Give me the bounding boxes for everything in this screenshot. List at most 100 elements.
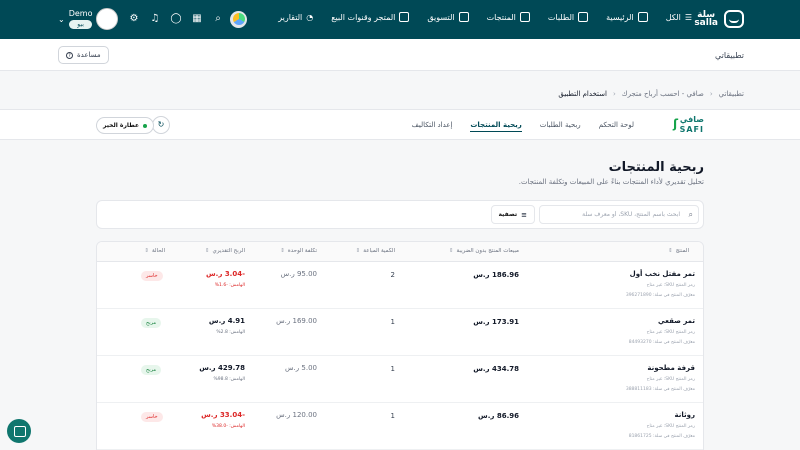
product-name[interactable]: تمر صقعي: [658, 317, 695, 325]
product-unit-cost: 5.00 ر.س: [285, 364, 317, 372]
toolbar-icons: ⌕ ▦ ◯ ♫ ⚙: [128, 13, 245, 25]
tab-products-profit[interactable]: ربحية المنتجات: [470, 110, 523, 141]
sort-icon: ⇕: [204, 248, 210, 254]
app-tabs: لوحة التحكم ربحية الطلبات ربحية المنتجات…: [412, 110, 634, 141]
chevron-left-icon: ‹: [709, 90, 713, 98]
tab-orders-profit[interactable]: ربحية الطلبات: [540, 110, 581, 141]
product-profit: 4.91 ر.س: [208, 317, 245, 325]
product-qty: 2: [390, 271, 395, 279]
table-row[interactable]: قرفة مطحونة رمز المنتج SKU: غير متاح معر…: [97, 356, 703, 403]
store-chip[interactable]: عطارة الخير: [96, 117, 155, 134]
search-icon: ⌕: [688, 210, 693, 219]
app-header: ʃ صافي SAFI لوحة التحكم ربحية الطلبات رب…: [0, 109, 800, 140]
product-unit-cost: 169.00 ر.س: [276, 317, 317, 325]
col-status[interactable]: الحالة⇕: [144, 248, 165, 254]
tab-cost-settings[interactable]: إعداد التكاليف: [412, 110, 453, 141]
product-unit-cost: 120.00 ر.س: [276, 411, 317, 419]
product-id: معرّف المنتج في سلة: 388811183: [625, 387, 695, 392]
breadcrumb-current: استخدام التطبيق: [558, 90, 607, 98]
chat-icon[interactable]: ◯: [170, 13, 182, 25]
breadcrumb: تطبيقاتي ‹ صافي - احسب أرباح متجرك ‹ است…: [558, 90, 744, 98]
store-switcher[interactable]: Demo بيو ⌄: [58, 8, 119, 30]
table-row[interactable]: روثانة رمز المنتج SKU: غير متاح معرّف ال…: [97, 403, 703, 450]
product-sales: 186.96 ر.س: [473, 271, 519, 279]
apps-title: تطبيقاتي: [715, 51, 744, 60]
main-nav: ☰ الكل الرئيسية الطلبات المنتجات التسويق …: [278, 12, 692, 22]
product-margin: الهامش: 98.8%: [213, 377, 245, 382]
product-sales: 173.91 ر.س: [473, 318, 519, 326]
help-button[interactable]: مساعدة ?: [58, 46, 109, 64]
sort-icon: ⇕: [144, 248, 149, 254]
nav-marketing[interactable]: التسويق: [427, 12, 469, 22]
product-unit-cost: 95.00 ر.س: [280, 270, 317, 278]
product-name[interactable]: روثانة: [674, 411, 695, 419]
product-name[interactable]: تمر مفتل نخب أول: [630, 270, 695, 278]
filter-icon: ≡: [521, 210, 527, 219]
gear-icon[interactable]: ⚙: [128, 13, 140, 25]
product-sku: رمز المنتج SKU: غير متاح: [646, 377, 695, 382]
nav-orders[interactable]: الطلبات: [548, 12, 589, 22]
refresh-icon[interactable]: ↻: [152, 116, 170, 134]
breadcrumb-apps[interactable]: تطبيقاتي: [719, 90, 744, 98]
orders-icon: [578, 12, 589, 22]
tab-dashboard[interactable]: لوحة التحكم: [599, 110, 634, 141]
nav-home[interactable]: الرئيسية: [606, 12, 648, 22]
support-chat-icon[interactable]: [7, 419, 31, 443]
store-icon: [399, 12, 410, 22]
filter-bar: ⌕ ≡ تصفية: [96, 200, 704, 229]
sort-icon: ⇕: [448, 248, 454, 254]
product-sales: 434.78 ر.س: [473, 365, 519, 373]
store-name: Demo: [68, 9, 93, 18]
products-table: المنتج⇕ مبيعات المنتج بدون الضريبة⇕ الكم…: [96, 241, 704, 450]
status-badge: خاسر: [141, 271, 163, 281]
home-icon: [637, 12, 648, 22]
menu-icon: ☰: [684, 12, 692, 22]
nav-reports[interactable]: ◔ التقارير: [278, 13, 313, 22]
filter-button[interactable]: ≡ تصفية: [490, 205, 535, 224]
product-margin: الهامش: 2.8%: [216, 330, 245, 335]
product-id: معرّف المنتج في سلة: 396271890: [625, 293, 695, 298]
product-sales: 86.96 ر.س: [478, 412, 519, 420]
col-unit-cost[interactable]: تكلفة الوحدة⇕: [280, 248, 317, 254]
col-qty[interactable]: الكمية المباعة⇕: [356, 248, 395, 254]
store-avatar: [96, 8, 119, 30]
search-icon[interactable]: ⌕: [212, 13, 224, 25]
table-row[interactable]: تمر مفتل نخب أول رمز المنتج SKU: غير متا…: [97, 262, 703, 309]
bell-icon[interactable]: ♫: [149, 13, 161, 25]
store-plan-badge: بيو: [68, 20, 93, 29]
page-subtitle: تحليل تقديري لأداء المنتجات بناءً على ال…: [518, 178, 704, 186]
help-icon: ?: [66, 51, 73, 59]
product-profit: 429.78 ر.س: [199, 364, 245, 372]
status-badge: مربح: [141, 365, 162, 375]
table-row[interactable]: تمر صقعي رمز المنتج SKU: غير متاح معرّف …: [97, 309, 703, 356]
product-sku: رمز المنتج SKU: غير متاح: [646, 283, 695, 288]
product-margin: الهامش: -38.0%: [211, 424, 245, 429]
salla-logo-icon[interactable]: [724, 10, 744, 28]
col-sales[interactable]: مبيعات المنتج بدون الضريبة⇕: [449, 248, 519, 254]
grid-icon[interactable]: ▦: [191, 13, 203, 25]
breadcrumb-app[interactable]: صافي - احسب أرباح متجرك: [622, 90, 704, 98]
safi-logo-icon: ʃ: [673, 117, 678, 131]
reports-icon: ◔: [306, 12, 314, 22]
nav-products[interactable]: المنتجات: [487, 12, 530, 22]
product-qty: 1: [390, 412, 395, 420]
product-qty: 1: [390, 365, 395, 373]
product-id: معرّف المنتج في سلة: 84493270: [628, 340, 695, 345]
product-qty: 1: [390, 318, 395, 326]
page-title: ربحية المنتجات: [608, 160, 704, 175]
search-input[interactable]: [539, 205, 699, 224]
sort-icon: ⇕: [355, 248, 361, 254]
nav-store-channels[interactable]: المتجر وقنوات البيع: [331, 12, 410, 22]
product-profit: -3.04 ر.س: [206, 270, 245, 278]
products-icon: [519, 12, 530, 22]
top-navigation-bar: سلة salla ☰ الكل الرئيسية الطلبات المنتجات…: [0, 0, 800, 39]
product-id: معرّف المنتج في سلة: 81861725: [628, 434, 695, 439]
col-product[interactable]: المنتج⇕: [668, 248, 689, 254]
col-profit[interactable]: الربح التقديري⇕: [205, 248, 245, 254]
apps-color-icon[interactable]: [233, 13, 245, 25]
chevron-down-icon: ⌄: [58, 14, 65, 24]
product-name[interactable]: قرفة مطحونة: [647, 364, 695, 372]
status-badge: مربح: [141, 318, 162, 328]
product-profit: -33.04 ر.س: [201, 411, 245, 419]
nav-all[interactable]: ☰ الكل: [666, 13, 692, 22]
